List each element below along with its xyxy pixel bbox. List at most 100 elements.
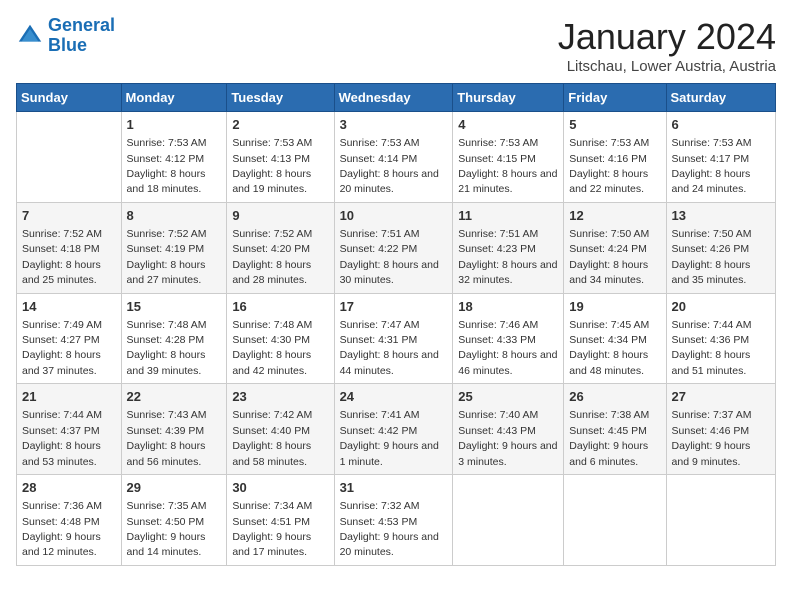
calendar-cell: 3 Sunrise: 7:53 AMSunset: 4:14 PMDaylight… [334,112,453,203]
calendar-cell [564,475,666,566]
day-number: 18 [458,298,558,316]
day-number: 14 [22,298,116,316]
day-info: Sunrise: 7:53 AMSunset: 4:17 PMDaylight:… [672,137,752,195]
calendar-table: SundayMondayTuesdayWednesdayThursdayFrid… [16,83,776,566]
calendar-cell: 10 Sunrise: 7:51 AMSunset: 4:22 PMDayligh… [334,202,453,293]
day-info: Sunrise: 7:37 AMSunset: 4:46 PMDaylight:… [672,409,752,467]
calendar-cell [17,112,122,203]
calendar-cell: 1Sunrise: 7:53 AMSunset: 4:12 PMDaylight… [121,112,227,203]
logo: General Blue [16,16,115,56]
header-row: SundayMondayTuesdayWednesdayThursdayFrid… [17,84,776,112]
day-info: Sunrise: 7:53 AMSunset: 4:13 PMDaylight:… [232,137,312,195]
day-number: 11 [458,207,558,225]
day-number: 10 [340,207,448,225]
day-number: 9 [232,207,328,225]
logo-icon [16,22,44,50]
calendar-cell: 24Sunrise: 7:41 AMSunset: 4:42 PMDayligh… [334,384,453,475]
day-info: Sunrise: 7:50 AMSunset: 4:24 PMDaylight:… [569,228,649,286]
calendar-cell: 21Sunrise: 7:44 AMSunset: 4:37 PMDayligh… [17,384,122,475]
day-number: 5 [569,116,660,134]
day-info: Sunrise: 7:45 AMSunset: 4:34 PMDaylight:… [569,319,649,377]
day-number: 15 [127,298,222,316]
calendar-cell: 26Sunrise: 7:38 AMSunset: 4:45 PMDayligh… [564,384,666,475]
day-info: Sunrise: 7:34 AMSunset: 4:51 PMDaylight:… [232,500,312,558]
calendar-cell: 25 Sunrise: 7:40 AMSunset: 4:43 PMDayligh… [453,384,564,475]
header-day: Friday [564,84,666,112]
day-number: 22 [127,388,222,406]
day-info: Sunrise: 7:35 AMSunset: 4:50 PMDaylight:… [127,500,207,558]
header-day: Sunday [17,84,122,112]
header-day: Thursday [453,84,564,112]
day-number: 13 [672,207,770,225]
calendar-cell: 23 Sunrise: 7:42 AMSunset: 4:40 PMDayligh… [227,384,334,475]
calendar-cell: 28 Sunrise: 7:36 AMSunset: 4:48 PMDayligh… [17,475,122,566]
day-info: Sunrise: 7:53 AMSunset: 4:15 PMDaylight:… [458,137,557,195]
calendar-cell: 2Sunrise: 7:53 AMSunset: 4:13 PMDaylight… [227,112,334,203]
calendar-cell: 4Sunrise: 7:53 AMSunset: 4:15 PMDaylight… [453,112,564,203]
day-info: Sunrise: 7:51 AMSunset: 4:22 PMDaylight:… [340,228,439,286]
header-day: Tuesday [227,84,334,112]
day-number: 7 [22,207,116,225]
logo-text: General Blue [48,16,115,56]
calendar-week: 21Sunrise: 7:44 AMSunset: 4:37 PMDayligh… [17,384,776,475]
calendar-cell: 13 Sunrise: 7:50 AMSunset: 4:26 PMDayligh… [666,202,775,293]
day-info: Sunrise: 7:53 AMSunset: 4:14 PMDaylight:… [340,137,439,195]
day-number: 8 [127,207,222,225]
day-info: Sunrise: 7:50 AMSunset: 4:26 PMDaylight:… [672,228,752,286]
day-number: 26 [569,388,660,406]
day-number: 12 [569,207,660,225]
day-number: 16 [232,298,328,316]
calendar-cell: 18Sunrise: 7:46 AMSunset: 4:33 PMDayligh… [453,293,564,384]
day-info: Sunrise: 7:48 AMSunset: 4:28 PMDaylight:… [127,319,207,377]
day-info: Sunrise: 7:52 AMSunset: 4:18 PMDaylight:… [22,228,102,286]
day-number: 3 [340,116,448,134]
day-info: Sunrise: 7:52 AMSunset: 4:19 PMDaylight:… [127,228,207,286]
calendar-cell: 22 Sunrise: 7:43 AMSunset: 4:39 PMDayligh… [121,384,227,475]
day-info: Sunrise: 7:42 AMSunset: 4:40 PMDaylight:… [232,409,312,467]
day-number: 27 [672,388,770,406]
calendar-title: January 2024 [558,16,776,58]
header-day: Monday [121,84,227,112]
title-block: January 2024 Litschau, Lower Austria, Au… [558,16,776,75]
logo-general: General [48,15,115,35]
day-number: 31 [340,479,448,497]
day-info: Sunrise: 7:41 AMSunset: 4:42 PMDaylight:… [340,409,439,467]
day-number: 30 [232,479,328,497]
calendar-cell: 7 Sunrise: 7:52 AMSunset: 4:18 PMDaylight… [17,202,122,293]
day-info: Sunrise: 7:44 AMSunset: 4:36 PMDaylight:… [672,319,752,377]
calendar-cell: 19Sunrise: 7:45 AMSunset: 4:34 PMDayligh… [564,293,666,384]
day-number: 25 [458,388,558,406]
calendar-cell: 17Sunrise: 7:47 AMSunset: 4:31 PMDayligh… [334,293,453,384]
calendar-body: 1Sunrise: 7:53 AMSunset: 4:12 PMDaylight… [17,112,776,566]
day-info: Sunrise: 7:48 AMSunset: 4:30 PMDaylight:… [232,319,312,377]
calendar-cell: 20Sunrise: 7:44 AMSunset: 4:36 PMDayligh… [666,293,775,384]
calendar-cell: 29 Sunrise: 7:35 AMSunset: 4:50 PMDayligh… [121,475,227,566]
day-info: Sunrise: 7:49 AMSunset: 4:27 PMDaylight:… [22,319,102,377]
day-info: Sunrise: 7:51 AMSunset: 4:23 PMDaylight:… [458,228,557,286]
header-day: Saturday [666,84,775,112]
calendar-cell: 11 Sunrise: 7:51 AMSunset: 4:23 PMDayligh… [453,202,564,293]
calendar-header: SundayMondayTuesdayWednesdayThursdayFrid… [17,84,776,112]
day-info: Sunrise: 7:53 AMSunset: 4:16 PMDaylight:… [569,137,649,195]
calendar-cell: 5 Sunrise: 7:53 AMSunset: 4:16 PMDaylight… [564,112,666,203]
calendar-cell: 31Sunrise: 7:32 AMSunset: 4:53 PMDayligh… [334,475,453,566]
day-info: Sunrise: 7:52 AMSunset: 4:20 PMDaylight:… [232,228,312,286]
day-number: 28 [22,479,116,497]
day-number: 6 [672,116,770,134]
day-info: Sunrise: 7:53 AMSunset: 4:12 PMDaylight:… [127,137,207,195]
day-info: Sunrise: 7:36 AMSunset: 4:48 PMDaylight:… [22,500,102,558]
day-info: Sunrise: 7:43 AMSunset: 4:39 PMDaylight:… [127,409,207,467]
calendar-cell: 14 Sunrise: 7:49 AMSunset: 4:27 PMDayligh… [17,293,122,384]
day-number: 21 [22,388,116,406]
day-number: 17 [340,298,448,316]
day-number: 23 [232,388,328,406]
calendar-cell: 27 Sunrise: 7:37 AMSunset: 4:46 PMDayligh… [666,384,775,475]
calendar-week: 1Sunrise: 7:53 AMSunset: 4:12 PMDaylight… [17,112,776,203]
calendar-week: 28 Sunrise: 7:36 AMSunset: 4:48 PMDayligh… [17,475,776,566]
day-number: 29 [127,479,222,497]
calendar-week: 7 Sunrise: 7:52 AMSunset: 4:18 PMDaylight… [17,202,776,293]
calendar-cell: 8 Sunrise: 7:52 AMSunset: 4:19 PMDaylight… [121,202,227,293]
calendar-cell [666,475,775,566]
calendar-cell: 15 Sunrise: 7:48 AMSunset: 4:28 PMDayligh… [121,293,227,384]
day-info: Sunrise: 7:40 AMSunset: 4:43 PMDaylight:… [458,409,557,467]
